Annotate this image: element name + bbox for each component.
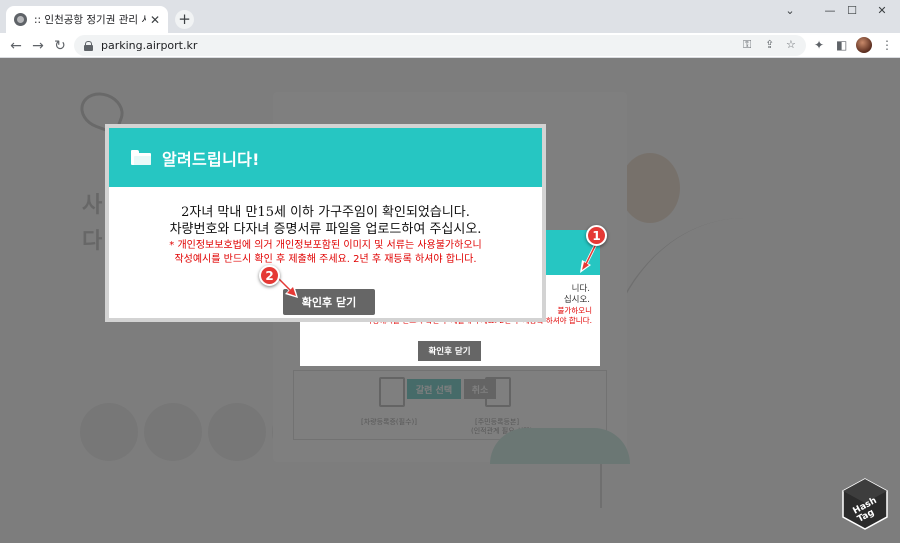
folder-icon xyxy=(131,150,151,165)
address-bar[interactable]: parking.airport.kr xyxy=(74,35,806,56)
tab-title: :: 인천공항 정기권 관리 시스템 :: xyxy=(34,14,146,26)
key-icon[interactable]: ⚿ xyxy=(743,38,751,52)
bookmark-star-icon[interactable]: ☆ xyxy=(786,38,796,51)
tab-close-icon[interactable]: ✕ xyxy=(150,14,160,26)
notice-dialog-header: 알려드립니다! xyxy=(109,128,542,187)
browser-titlebar: :: 인천공항 정기권 관리 시스템 :: ✕ + ⌄ — ☐ ✕ xyxy=(0,0,900,33)
back-icon[interactable]: ← xyxy=(6,36,26,56)
browser-toolbar: ← → ↻ parking.airport.kr ⚿ ⇪ ☆ ✦ ◧ ⋮ xyxy=(0,33,900,58)
browser-tab[interactable]: :: 인천공항 정기권 관리 시스템 :: ✕ xyxy=(6,6,168,33)
notice-dialog: 알려드립니다! 2자녀 막내 만15세 이하 가구주임이 확인되었습니다. 차량번… xyxy=(105,124,546,322)
forward-icon[interactable]: → xyxy=(28,36,48,56)
reload-icon[interactable]: ↻ xyxy=(50,36,70,56)
browser-menu-icon[interactable]: ⋮ xyxy=(881,38,893,52)
url-text: parking.airport.kr xyxy=(101,39,198,52)
annotation-marker-1: 1 xyxy=(586,225,607,246)
extensions-icon[interactable]: ✦ xyxy=(814,38,824,52)
hashtag-logo-icon: Hash Tag xyxy=(842,478,888,530)
tab-search-icon[interactable]: ⌄ xyxy=(770,0,810,20)
new-tab-button[interactable]: + xyxy=(175,10,194,29)
window-close-icon[interactable]: ✕ xyxy=(862,0,900,20)
globe-icon xyxy=(14,13,27,26)
side-panel-icon[interactable]: ◧ xyxy=(836,38,847,52)
dialog-title: 알려드립니다! xyxy=(162,149,260,169)
dialog-warning: * 개인정보보호법에 의거 개인정보포함된 이미지 및 서류는 사용불가하오니 작… xyxy=(169,240,482,265)
dialog-message: 2자녀 막내 만15세 이하 가구주임이 확인되었습니다. 차량번호와 다자녀 증… xyxy=(169,205,482,237)
profile-avatar[interactable] xyxy=(856,37,872,53)
secondary-confirm-close-button[interactable]: 확인후 닫기 xyxy=(418,341,481,361)
lock-icon[interactable] xyxy=(84,40,93,51)
share-icon[interactable]: ⇪ xyxy=(765,38,774,51)
annotation-marker-2: 2 xyxy=(259,265,280,286)
